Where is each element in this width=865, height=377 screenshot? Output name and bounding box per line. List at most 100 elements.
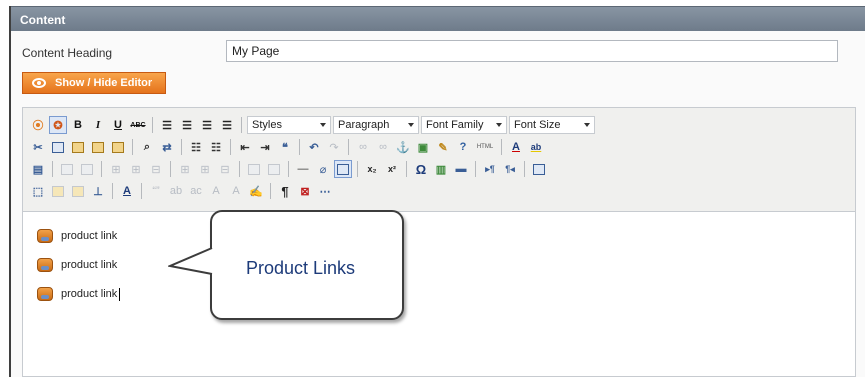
del-icon[interactable]: A <box>207 182 225 200</box>
toolbar-separator <box>239 161 240 177</box>
redo-icon[interactable]: ↷ <box>325 138 343 156</box>
acronym-icon[interactable]: ac <box>187 182 205 200</box>
chevron-down-icon <box>584 123 590 127</box>
edit-table-icon[interactable]: ▤ <box>29 160 47 178</box>
style-props-icon[interactable]: A <box>118 182 136 200</box>
ltr-icon[interactable]: ▸¶ <box>481 160 499 178</box>
image-icon[interactable]: ▣ <box>414 138 432 156</box>
ins-icon[interactable]: A <box>227 182 245 200</box>
align-justify-icon[interactable]: ☰ <box>218 116 236 134</box>
horizontal-rule-icon[interactable]: — <box>294 160 312 178</box>
paste-icon[interactable] <box>69 138 87 156</box>
strikethrough-button[interactable]: ABC <box>129 116 147 134</box>
cite-icon[interactable]: “” <box>147 182 165 200</box>
delete-col-icon[interactable]: ⊟ <box>216 160 234 178</box>
toolbar-row-2: ✂ ⌕ ⇄ ☷ ☷ ⇤ ⇥ ❝ ↶ ↷ ∞ ∞ ⚓ ▣ ✎ ? HTML A a… <box>29 136 545 158</box>
media-icon[interactable]: ▥ <box>432 160 450 178</box>
highlight-color-button[interactable]: ab <box>527 138 545 156</box>
font-family-dropdown[interactable]: Font Family <box>421 116 507 134</box>
content-heading-label: Content Heading <box>22 46 113 60</box>
remove-format-icon[interactable]: ⌀ <box>314 160 332 178</box>
toolbar-separator <box>52 161 53 177</box>
find-icon[interactable]: ⌕ <box>138 138 156 156</box>
product-link-item[interactable]: product link <box>37 287 121 301</box>
align-left-icon[interactable]: ☰ <box>158 116 176 134</box>
paste-word-icon[interactable] <box>109 138 127 156</box>
merge-cells-icon[interactable] <box>265 160 283 178</box>
visual-aid-icon[interactable] <box>334 160 352 178</box>
superscript-button[interactable]: x² <box>383 160 401 178</box>
cleanup-icon[interactable]: ✎ <box>434 138 452 156</box>
italic-button[interactable]: I <box>89 116 107 134</box>
replace-icon[interactable]: ⇄ <box>158 138 176 156</box>
insert-widget-icon[interactable]: ⦿ <box>29 116 47 134</box>
show-hide-editor-button[interactable]: Show / Hide Editor <box>22 72 166 94</box>
toolbar-separator <box>475 161 476 177</box>
abbr-icon[interactable]: ab <box>167 182 185 200</box>
unlink-icon[interactable]: ∞ <box>374 138 392 156</box>
undo-icon[interactable]: ↶ <box>305 138 323 156</box>
indent-icon[interactable]: ⇥ <box>256 138 274 156</box>
insert-col-before-icon[interactable]: ⊞ <box>176 160 194 178</box>
callout-box: Product Links <box>210 210 404 320</box>
toolbar-separator <box>181 139 182 155</box>
show-hide-editor-label: Show / Hide Editor <box>55 77 153 89</box>
page-break-icon[interactable]: ⋯ <box>316 182 334 200</box>
toolbar-separator <box>152 117 153 133</box>
toolbar-separator <box>270 183 271 199</box>
move-backward-icon[interactable] <box>69 182 87 200</box>
cut-icon[interactable]: ✂ <box>29 138 47 156</box>
bullet-list-icon[interactable]: ☷ <box>187 138 205 156</box>
blockquote-icon[interactable]: ❝ <box>276 138 294 156</box>
copy-icon[interactable] <box>49 138 67 156</box>
nonbreaking-space-icon[interactable]: ▬ <box>452 160 470 178</box>
paragraph-dropdown-label: Paragraph <box>338 119 390 131</box>
move-forward-icon[interactable] <box>49 182 67 200</box>
toolbar-separator <box>357 161 358 177</box>
subscript-button[interactable]: x₂ <box>363 160 381 178</box>
product-link-text: product link <box>61 230 118 242</box>
paste-text-icon[interactable] <box>89 138 107 156</box>
numbered-list-icon[interactable]: ☷ <box>207 138 225 156</box>
toolbar-row-3: ▤ ⊞ ⊞ ⊟ ⊞ ⊞ ⊟ — ⌀ x₂ x² Ω ▥ ▬ ▸¶ ¶◂ <box>29 158 548 180</box>
callout-pointer <box>168 247 213 275</box>
bold-button[interactable]: B <box>69 116 87 134</box>
split-cells-icon[interactable] <box>245 160 263 178</box>
table-cell-props-icon[interactable] <box>78 160 96 178</box>
styles-dropdown[interactable]: Styles <box>247 116 331 134</box>
anchor-icon[interactable]: ⚓ <box>394 138 412 156</box>
product-link-item[interactable]: product link <box>37 258 117 272</box>
insert-row-before-icon[interactable]: ⊞ <box>107 160 125 178</box>
callout-text: Product Links <box>246 258 356 278</box>
content-heading-input[interactable] <box>226 40 838 62</box>
table-row-props-icon[interactable] <box>58 160 76 178</box>
outdent-icon[interactable]: ⇤ <box>236 138 254 156</box>
help-icon[interactable]: ? <box>454 138 472 156</box>
insert-col-after-icon[interactable]: ⊞ <box>196 160 214 178</box>
absolute-position-icon[interactable]: ⊥ <box>89 182 107 200</box>
attributes-icon[interactable]: ✍ <box>247 182 265 200</box>
toolbar-row-4: ⬚ ⊥ A “” ab ac A A ✍ ¶ ⊠ ⋯ <box>29 180 334 202</box>
insert-row-after-icon[interactable]: ⊞ <box>127 160 145 178</box>
toolbar-separator <box>524 161 525 177</box>
toolbar-separator <box>406 161 407 177</box>
editor-content-area[interactable]: product link product link product link <box>23 212 855 376</box>
product-link-item[interactable]: product link <box>37 229 117 243</box>
paragraph-dropdown[interactable]: Paragraph <box>333 116 419 134</box>
insert-variable-icon[interactable]: ✪ <box>49 116 67 134</box>
rtl-icon[interactable]: ¶◂ <box>501 160 519 178</box>
font-color-button[interactable]: A <box>507 138 525 156</box>
fullscreen-icon[interactable] <box>530 160 548 178</box>
align-center-icon[interactable]: ☰ <box>178 116 196 134</box>
show-blocks-button[interactable]: ¶ <box>276 182 294 200</box>
html-source-button[interactable]: HTML <box>474 138 496 156</box>
special-char-button[interactable]: Ω <box>412 160 430 178</box>
eye-icon <box>32 78 46 88</box>
delete-row-icon[interactable]: ⊟ <box>147 160 165 178</box>
underline-button[interactable]: U <box>109 116 127 134</box>
font-size-dropdown[interactable]: Font Size <box>509 116 595 134</box>
link-icon[interactable]: ∞ <box>354 138 372 156</box>
nonbreaking-icon[interactable]: ⊠ <box>296 182 314 200</box>
align-right-icon[interactable]: ☰ <box>198 116 216 134</box>
insert-layer-icon[interactable]: ⬚ <box>29 182 47 200</box>
